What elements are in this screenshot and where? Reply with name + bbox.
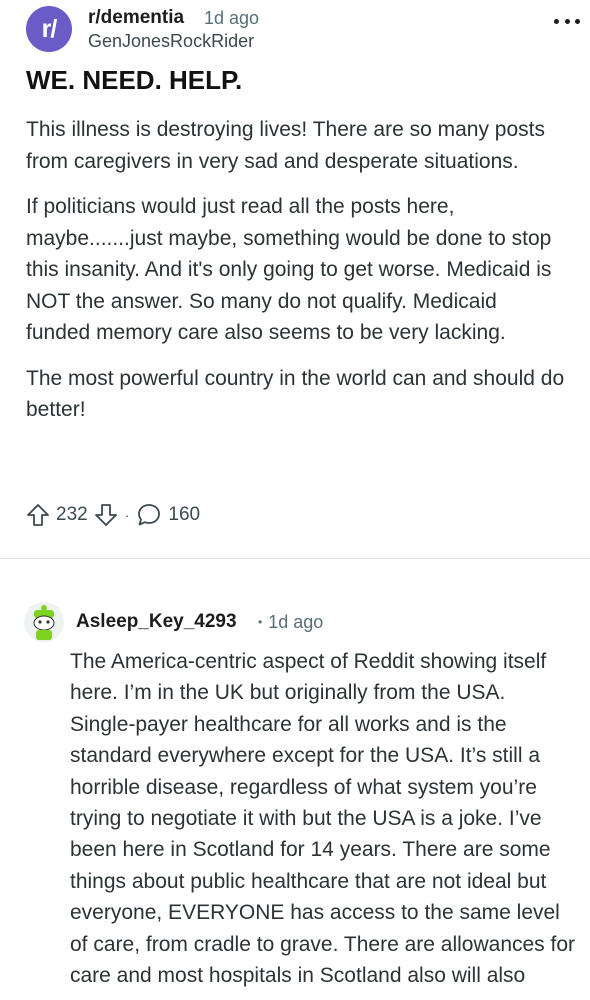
post-header: r/ r/dementia 1d ago GenJonesRockRider [26, 4, 580, 54]
comment-timestamp: • 1d ago [258, 612, 323, 633]
post-actions: 232 · 160 [26, 500, 206, 530]
comment-icon[interactable] [136, 502, 162, 528]
reddit-post-page: r/ r/dementia 1d ago GenJonesRockRider W… [0, 0, 590, 1000]
comment-author[interactable]: Asleep_Key_4293 [76, 611, 237, 633]
comment-body: The America-centric aspect of Reddit sho… [70, 650, 576, 988]
comment-meta-separator: • [258, 615, 263, 629]
subreddit-avatar[interactable]: r/ [26, 6, 72, 52]
downvote-icon[interactable] [94, 503, 118, 527]
post-title: WE. NEED. HELP. [26, 65, 243, 95]
divider [0, 558, 590, 559]
snoo-avatar[interactable] [24, 602, 64, 642]
upvote-count: 232 [56, 504, 88, 525]
post-paragraph: The most powerful country in the world c… [26, 366, 565, 422]
post-paragraph: If politicians would just read all the p… [26, 195, 552, 344]
post-paragraph: This illness is destroying lives! There … [26, 118, 545, 173]
actions-separator: · [124, 507, 130, 523]
comment-count: 160 [168, 504, 201, 525]
post-timestamp: 1d ago [204, 8, 260, 28]
post-author[interactable]: GenJonesRockRider [88, 31, 254, 52]
post-body: This illness is destroying lives! There … [26, 114, 566, 440]
subreddit-icon-text: r/ [41, 14, 58, 43]
upvote-icon[interactable] [26, 503, 50, 527]
comment-time-text: 1d ago [268, 612, 324, 632]
more-options-icon[interactable] [554, 16, 580, 26]
subreddit-name[interactable]: r/dementia [88, 7, 184, 29]
